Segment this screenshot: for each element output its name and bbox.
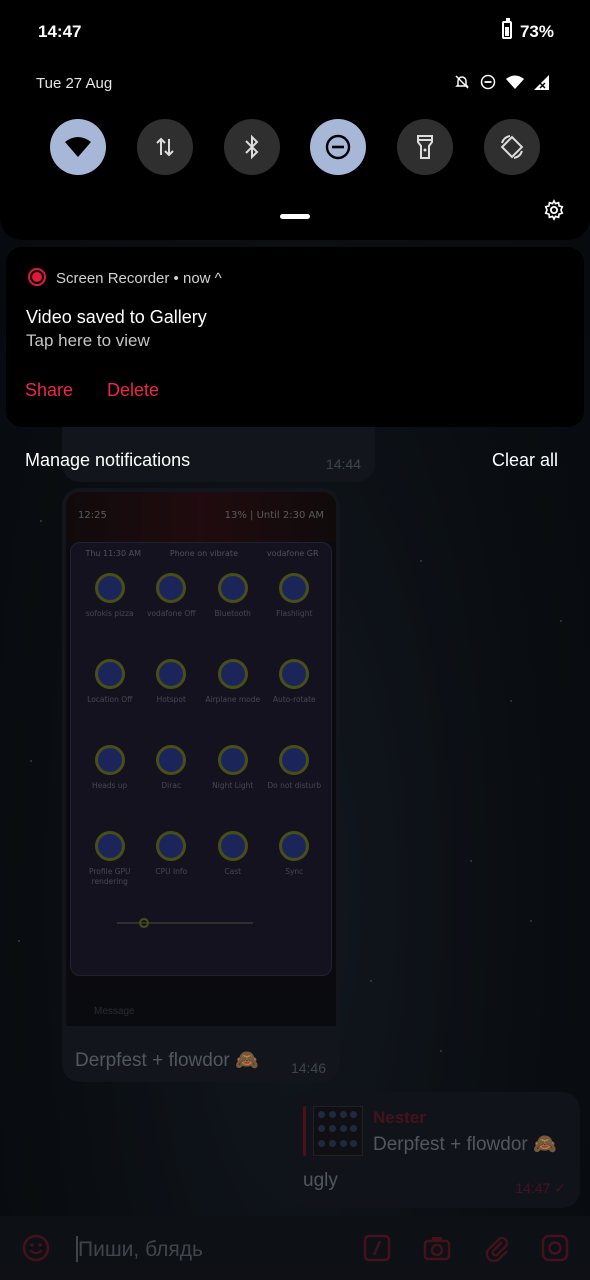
notification-app-name[interactable]: Screen Recorder • now ^ (56, 270, 222, 287)
mobile-signal-no-data-icon (534, 74, 549, 90)
qs-tile-flashlight[interactable] (397, 119, 453, 175)
shade-status-icons (454, 74, 550, 90)
status-bar-time: 14:47 (38, 22, 82, 41)
notification-body: Tap here to view (26, 331, 150, 350)
wifi-icon (65, 137, 91, 157)
bluetooth-icon (245, 134, 259, 160)
qs-tile-mobile-data[interactable] (137, 119, 193, 175)
quick-settings-shade: 14:47 73% Tue 27 Aug (0, 0, 590, 240)
screen-recorder-icon (28, 268, 46, 286)
do-not-disturb-icon (480, 74, 496, 90)
do-not-disturb-icon (325, 134, 351, 160)
notification-title: Video saved to Gallery (26, 307, 207, 327)
flashlight-icon (417, 135, 433, 159)
data-transfer-icon (156, 137, 174, 157)
qs-tile-do-not-disturb[interactable] (310, 119, 366, 175)
share-button[interactable]: Share (25, 380, 73, 401)
battery-icon (502, 18, 512, 39)
qs-tile-auto-rotate[interactable] (484, 119, 540, 175)
shade-drag-handle[interactable] (280, 214, 310, 219)
notifications-off-icon (455, 75, 469, 89)
auto-rotate-icon (500, 135, 524, 159)
status-bar-battery: 73% (519, 22, 554, 41)
qs-tile-bluetooth[interactable] (224, 119, 280, 175)
clear-all-button[interactable]: Clear all (492, 450, 558, 471)
quick-settings-row (50, 119, 540, 175)
shade-date[interactable]: Tue 27 Aug (36, 75, 112, 92)
screen-recorder-notification[interactable]: Screen Recorder • now ^ Video saved to G… (6, 247, 584, 427)
manage-notifications-button[interactable]: Manage notifications (25, 450, 190, 471)
wifi-icon (506, 75, 524, 89)
gear-icon[interactable] (543, 199, 565, 221)
qs-tile-wifi[interactable] (50, 119, 106, 175)
delete-button[interactable]: Delete (107, 380, 159, 401)
